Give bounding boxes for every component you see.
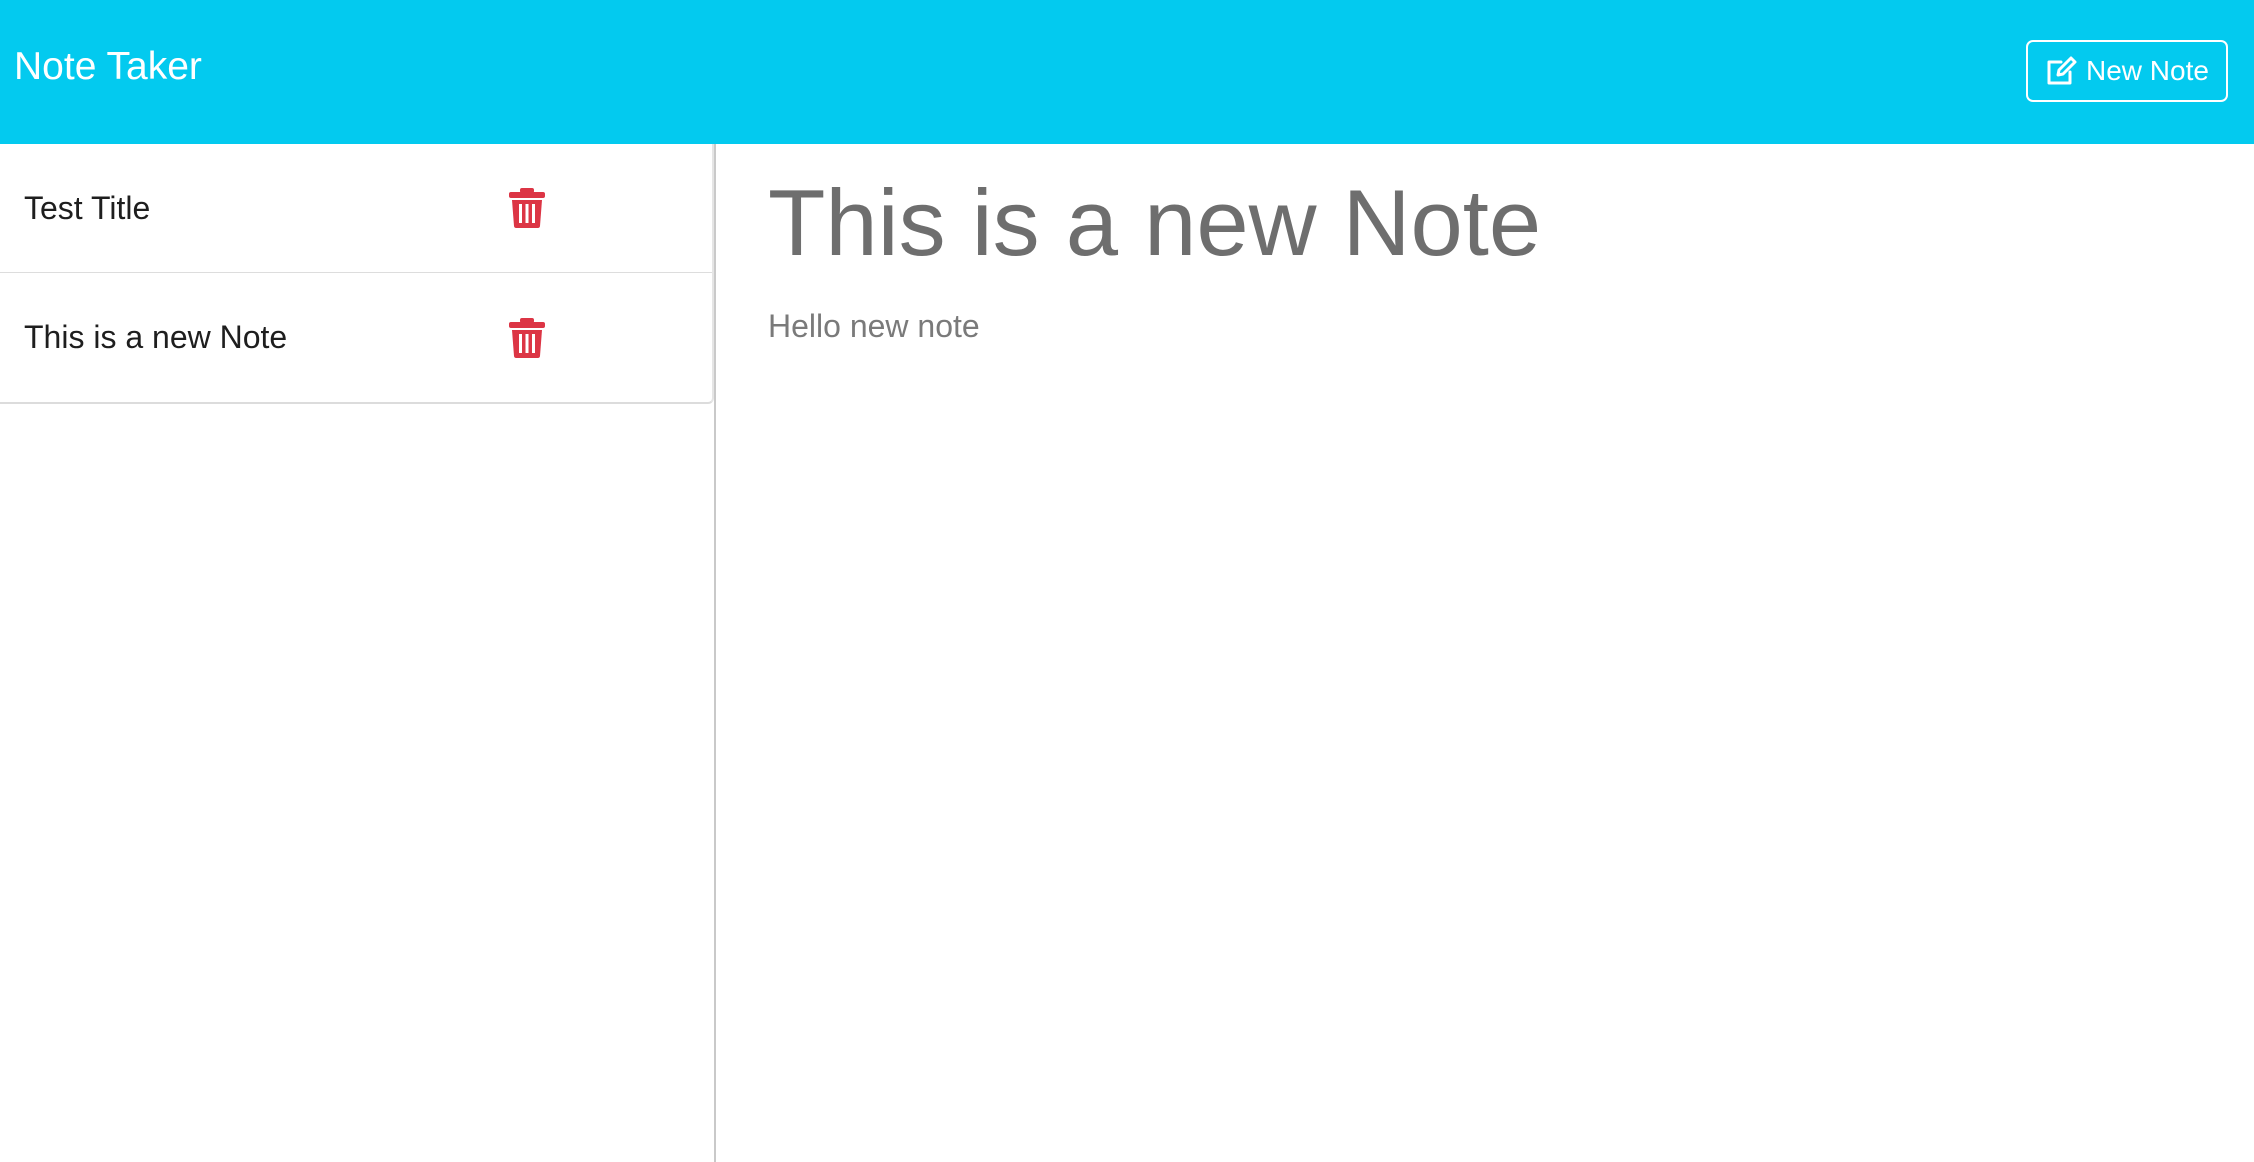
note-body[interactable]: Hello new note [768, 304, 980, 348]
note-list-item[interactable]: This is a new Note [0, 272, 712, 402]
new-note-button[interactable]: New Note [2026, 40, 2228, 102]
notes-sidebar: Test Title This is a new Note [0, 144, 716, 1162]
pen-to-square-icon [2044, 54, 2078, 88]
note-list-item[interactable]: Test Title [0, 144, 712, 272]
note-list-item-title: Test Title [24, 189, 151, 226]
note-list-item-title: This is a new Note [24, 319, 288, 355]
new-note-label: New Note [2086, 55, 2209, 86]
note-list: Test Title This is a new Note [0, 144, 714, 404]
navbar: Note Taker New Note [0, 0, 2254, 144]
note-editor: This is a new Note Hello new note [718, 144, 2254, 1162]
app-brand[interactable]: Note Taker [14, 42, 202, 92]
note-title[interactable]: This is a new Note [768, 168, 1541, 278]
trash-icon[interactable] [508, 317, 546, 359]
trash-icon[interactable] [508, 187, 546, 229]
